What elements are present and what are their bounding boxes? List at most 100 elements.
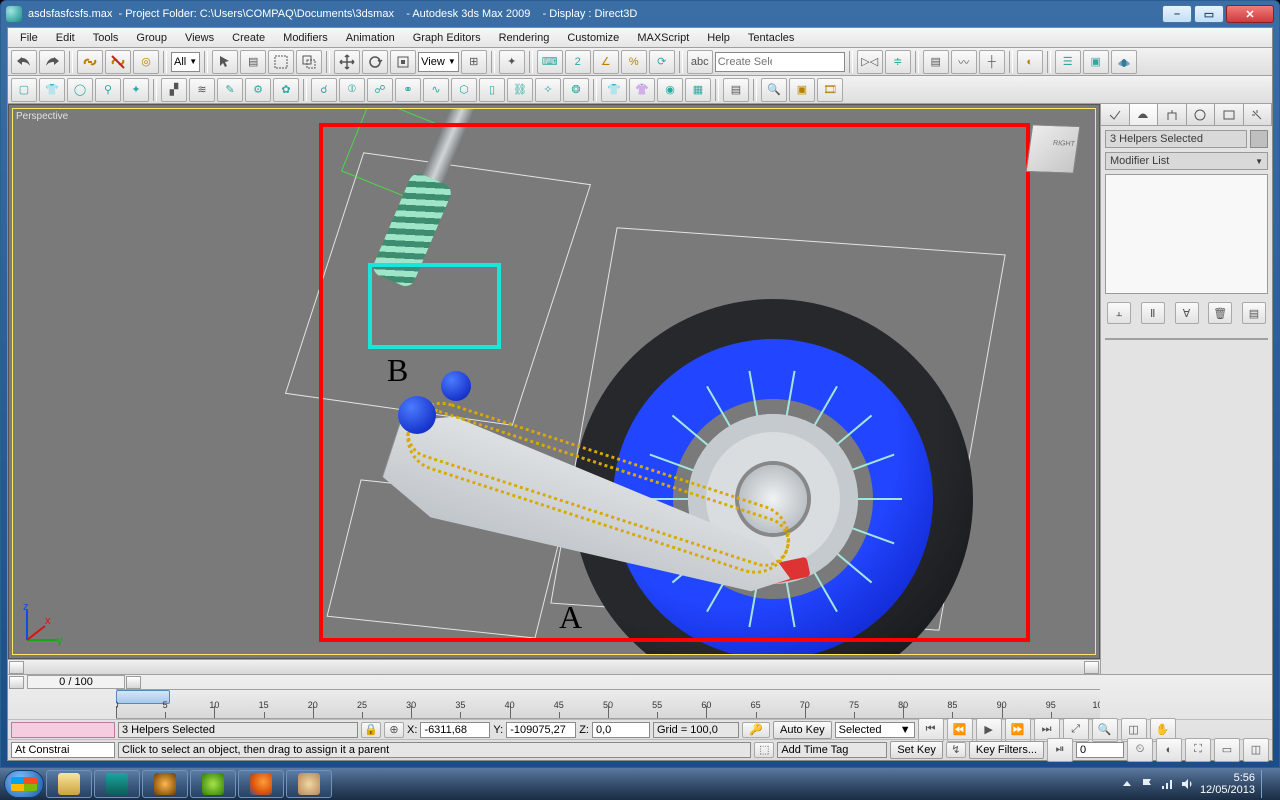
windows-taskbar[interactable]: 5:56 12/05/2013: [0, 768, 1280, 800]
manipulate-button[interactable]: ✦: [499, 50, 525, 74]
menu-maxscript[interactable]: MAXScript: [629, 30, 697, 46]
chain2-icon[interactable]: ⛓: [507, 78, 533, 102]
min-max-toggle-button[interactable]: ◫: [1243, 738, 1269, 762]
viewport[interactable]: Perspective: [8, 104, 1100, 659]
time-next-button[interactable]: [126, 676, 141, 689]
tray-up-icon[interactable]: [1120, 777, 1134, 791]
zoom-button[interactable]: 🔍: [1092, 718, 1118, 742]
modifier-list-dropdown[interactable]: Modifier List▼: [1105, 152, 1268, 170]
grid2-icon[interactable]: ▦: [685, 78, 711, 102]
viewport-scrollbar[interactable]: [8, 659, 1100, 674]
skin-icon[interactable]: ⬡: [451, 78, 477, 102]
wand-icon[interactable]: ✎: [217, 78, 243, 102]
start-button[interactable]: [4, 770, 44, 798]
cylinder-icon[interactable]: ▯: [479, 78, 505, 102]
keyboard-shortcut-button[interactable]: ⌨: [537, 50, 563, 74]
menu-animation[interactable]: Animation: [338, 30, 403, 46]
snap-percent-button[interactable]: %: [621, 50, 647, 74]
selection-filter-dropdown[interactable]: All▼: [171, 52, 200, 72]
modifier-stack[interactable]: [1105, 174, 1268, 294]
search2-icon[interactable]: 🔍: [761, 78, 787, 102]
scale-button[interactable]: [390, 50, 416, 74]
cmd-tab-hierarchy[interactable]: [1158, 104, 1187, 125]
task-paint[interactable]: [286, 770, 332, 798]
menu-rendering[interactable]: Rendering: [491, 30, 558, 46]
schematic-view-button[interactable]: ┼: [979, 50, 1005, 74]
film-icon[interactable]: 🎞: [817, 78, 843, 102]
object-color-swatch[interactable]: [1250, 130, 1268, 148]
key-tangent-button[interactable]: ↯: [946, 742, 966, 758]
window-titlebar[interactable]: asdsfasfcsfs.max - Project Folder: C:\Us…: [2, 2, 1278, 26]
task-app4[interactable]: [190, 770, 236, 798]
dummy-icon[interactable]: ✧: [535, 78, 561, 102]
menu-tools[interactable]: Tools: [85, 30, 127, 46]
window-crossing-button[interactable]: [296, 50, 322, 74]
snap-2d-button[interactable]: 2: [565, 50, 591, 74]
named-selection-set-input[interactable]: [715, 52, 845, 72]
rendered-frame-button[interactable]: ▣: [1083, 50, 1109, 74]
cmd-tab-utilities[interactable]: [1244, 104, 1273, 125]
mirror-button[interactable]: ▷◁: [857, 50, 883, 74]
tray-network-icon[interactable]: [1160, 777, 1174, 791]
scroll-left-button[interactable]: [9, 661, 24, 674]
key-mode-icon[interactable]: 🔑: [742, 722, 770, 738]
close-button[interactable]: ✕: [1226, 5, 1274, 23]
shirt2-icon[interactable]: 👕: [601, 78, 627, 102]
spinner-snap-button[interactable]: ⟳: [649, 50, 675, 74]
maximize-viewport-button[interactable]: ⛶: [1185, 738, 1211, 762]
cog-icon[interactable]: ❂: [563, 78, 589, 102]
prev-frame-button[interactable]: ⏪: [947, 718, 973, 742]
tshirt-icon[interactable]: 👕: [39, 78, 65, 102]
show-end-result-button[interactable]: Ⅱ: [1141, 302, 1165, 324]
checker-icon[interactable]: ▞: [161, 78, 187, 102]
menu-views[interactable]: Views: [177, 30, 222, 46]
time-config-button[interactable]: ⏲: [1127, 738, 1153, 762]
named-sel-button[interactable]: abc: [687, 50, 713, 74]
joint-icon[interactable]: ⦶: [339, 78, 365, 102]
undo-button[interactable]: [11, 50, 37, 74]
ref-coord-dropdown[interactable]: View▼: [418, 52, 459, 72]
scroll-right-button[interactable]: [1084, 661, 1099, 674]
zoom-region-button[interactable]: ▭: [1214, 738, 1240, 762]
menu-help[interactable]: Help: [699, 30, 738, 46]
biped-icon[interactable]: ☍: [367, 78, 393, 102]
bind-spacewarp-button[interactable]: ◎: [133, 50, 159, 74]
cmd-tab-modify[interactable]: [1130, 104, 1159, 125]
comm-center-button[interactable]: ⬚: [754, 742, 774, 758]
rotate-button[interactable]: [362, 50, 388, 74]
ball-icon[interactable]: ◉: [657, 78, 683, 102]
link-button[interactable]: [77, 50, 103, 74]
task-firefox[interactable]: [238, 770, 284, 798]
key-filters-button[interactable]: Key Filters...: [969, 741, 1044, 759]
menu-edit[interactable]: Edit: [48, 30, 83, 46]
pin-icon[interactable]: ⚲: [95, 78, 121, 102]
menu-create[interactable]: Create: [224, 30, 273, 46]
transform-type-button[interactable]: ⊕: [384, 722, 404, 738]
star-icon[interactable]: ✦: [123, 78, 149, 102]
goto-start-button[interactable]: ⏮: [918, 718, 944, 742]
tray-clock[interactable]: 5:56 12/05/2013: [1200, 772, 1255, 796]
cmd-tab-create[interactable]: [1101, 104, 1130, 125]
align-button[interactable]: ≑: [885, 50, 911, 74]
time-prev-button[interactable]: [9, 676, 24, 689]
ik-icon[interactable]: ⚭: [395, 78, 421, 102]
select-region-button[interactable]: [268, 50, 294, 74]
menu-tentacles[interactable]: Tentacles: [740, 30, 802, 46]
curve-editor-button[interactable]: 〰: [951, 50, 977, 74]
selection-name-field[interactable]: 3 Helpers Selected: [1105, 130, 1247, 148]
pivot-center-button[interactable]: ⊞: [461, 50, 487, 74]
key-step-button[interactable]: ⏯: [1047, 738, 1073, 762]
redo-button[interactable]: [39, 50, 65, 74]
move-button[interactable]: [334, 50, 360, 74]
snap-angle-button[interactable]: ∠: [593, 50, 619, 74]
minimize-button[interactable]: –: [1162, 5, 1192, 23]
show-desktop-button[interactable]: [1261, 770, 1270, 798]
bone-icon[interactable]: ☌: [311, 78, 337, 102]
listener-input[interactable]: At Constrai: [11, 742, 115, 758]
shirt3-icon[interactable]: 👚: [629, 78, 655, 102]
next-frame-button[interactable]: ⏩: [1005, 718, 1031, 742]
auto-key-button[interactable]: Auto Key: [773, 721, 832, 739]
viewcube[interactable]: RIGHT: [1026, 124, 1081, 173]
make-unique-button[interactable]: ∀: [1175, 302, 1199, 324]
remove-modifier-button[interactable]: 🗑: [1208, 302, 1232, 324]
